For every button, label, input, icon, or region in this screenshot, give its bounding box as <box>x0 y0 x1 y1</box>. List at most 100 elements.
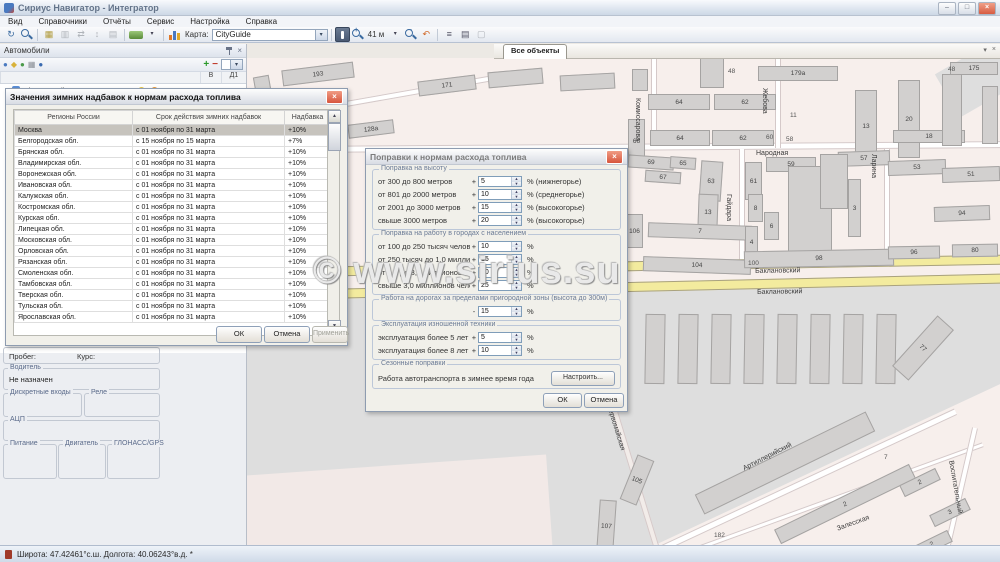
camera-icon[interactable]: ▦ <box>28 59 36 71</box>
col-period[interactable]: Срок действия зимних надбавок <box>133 111 285 125</box>
scale-dropdown-icon[interactable]: ▾ <box>388 28 402 41</box>
spin-down-icon[interactable]: ▼ <box>512 312 521 317</box>
tab-scroll-icon[interactable]: ▾ <box>983 46 987 54</box>
correction-row: от 801 до 2000 метров+10▲▼% (среднегорье… <box>378 188 615 201</box>
spin-down-icon[interactable]: ▼ <box>512 351 521 356</box>
table-row[interactable]: Брянская обл.с 01 ноября по 31 марта+10% <box>15 147 331 158</box>
spin-down-icon[interactable]: ▼ <box>512 208 521 213</box>
table-row[interactable]: Курская обл.с 01 ноября по 31 марта+10% <box>15 213 331 224</box>
building: 8 <box>748 194 763 222</box>
zoom-in-icon[interactable]: + <box>351 28 364 41</box>
tab-all-objects[interactable]: Все объекты <box>503 44 567 59</box>
table-row[interactable]: Москвас 01 ноября по 31 марта+10% <box>15 125 331 136</box>
correction-spinner[interactable]: 5▲▼ <box>478 332 522 343</box>
column-b[interactable]: В <box>200 72 221 83</box>
menu-view[interactable]: Вид <box>0 17 30 26</box>
winter-ok-button[interactable]: ОК <box>216 326 262 343</box>
correction-row: свыше 3000 метров+20▲▼% (высокогорье) <box>378 214 615 227</box>
col-surcharge[interactable]: Надбавка <box>285 111 331 125</box>
column-d1[interactable]: Д1 <box>221 72 246 83</box>
season-configure-button[interactable]: Настроить... <box>551 371 615 386</box>
correction-spinner[interactable]: 5▲▼ <box>478 176 522 187</box>
menu-settings[interactable]: Настройка <box>182 17 237 26</box>
correction-spinner[interactable]: 10▲▼ <box>478 189 522 200</box>
corrections-dialog-close-icon[interactable]: × <box>606 150 623 164</box>
vehicles-panel-header[interactable]: Автомобили × <box>0 44 246 58</box>
tab-close-icon[interactable]: × <box>992 46 996 54</box>
correction-spinner[interactable]: 15▲▼ <box>478 202 522 213</box>
track-pin-button[interactable] <box>335 27 350 42</box>
map-scale-value[interactable]: 41 м <box>368 30 385 39</box>
table-row[interactable]: Рязанская обл.с 01 ноября по 31 марта+10… <box>15 257 331 268</box>
course-label: Курс: <box>77 352 95 361</box>
menu-reports[interactable]: Отчёты <box>95 17 139 26</box>
scroll-thumb[interactable] <box>328 123 341 151</box>
scroll-up-icon[interactable]: ▲ <box>328 110 341 123</box>
menu-directories[interactable]: Справочники <box>30 17 94 26</box>
winter-dialog-titlebar[interactable]: Значения зимних надбавок к нормам расход… <box>6 89 347 105</box>
spin-down-icon[interactable]: ▼ <box>512 182 521 187</box>
corrections-dialog-titlebar[interactable]: Поправки к нормам расхода топлива × <box>366 149 627 165</box>
relay-group: Реле <box>84 393 160 417</box>
table-row[interactable]: Орловская обл.с 01 ноября по 31 марта+10… <box>15 246 331 257</box>
table-row[interactable]: Московская обл.с 01 ноября по 31 марта+1… <box>15 235 331 246</box>
refresh-icon[interactable]: ↻ <box>4 28 18 41</box>
winter-dialog-title: Значения зимних надбавок к нормам расход… <box>10 92 241 102</box>
spin-down-icon[interactable]: ▼ <box>512 195 521 200</box>
winter-cancel-button[interactable]: Отмена <box>264 326 310 343</box>
table-row[interactable]: Липецкая обл.с 01 ноября по 31 марта+10% <box>15 224 331 235</box>
correction-spinner[interactable]: 20▲▼ <box>478 215 522 226</box>
corrections-cancel-button[interactable]: Отмена <box>584 393 624 408</box>
menu-service[interactable]: Сервис <box>139 17 182 26</box>
table-scrollbar[interactable]: ▲ ▼ <box>327 109 340 334</box>
globe-icon[interactable]: ● <box>20 59 25 71</box>
minimize-button[interactable]: – <box>938 2 956 15</box>
table-row[interactable]: Тамбовская обл.с 01 ноября по 31 марта+1… <box>15 279 331 290</box>
correction-row: от 300 до 800 метров+5▲▼% (нижнегорье) <box>378 175 615 188</box>
menu-help[interactable]: Справка <box>238 17 285 26</box>
close-button[interactable]: × <box>978 2 996 15</box>
title-bar[interactable]: Сириус Навигатор - Интегратор – □ × <box>0 0 1000 16</box>
map-select-combo[interactable]: CityGuide ▾ <box>212 29 328 41</box>
table-row[interactable]: Тульская обл.с 01 ноября по 31 марта+10% <box>15 301 331 312</box>
table-row[interactable]: Ивановская обл.с 01 ноября по 31 марта+1… <box>15 180 331 191</box>
table-row[interactable]: Воронежская обл.с 01 ноября по 31 марта+… <box>15 169 331 180</box>
correction-spinner[interactable]: 15▲▼ <box>478 306 522 317</box>
table-row[interactable]: Ярославская обл.с 01 ноября по 31 марта+… <box>15 312 331 323</box>
spin-down-icon[interactable]: ▼ <box>512 221 521 226</box>
building: 96 <box>888 246 940 260</box>
table-row[interactable]: Смоленская обл.с 01 ноября по 31 марта+1… <box>15 268 331 279</box>
table-row[interactable]: Тверская обл.с 01 ноября по 31 марта+10% <box>15 290 331 301</box>
building-number: 60 <box>766 134 773 141</box>
table-row[interactable]: Костромская обл.с 01 ноября по 31 марта+… <box>15 202 331 213</box>
panel-close-icon[interactable]: × <box>237 46 242 55</box>
edit-icon[interactable]: ◆ <box>11 59 17 71</box>
autohide-pin-icon[interactable] <box>226 46 233 55</box>
vehicle-dropdown-icon[interactable]: ▾ <box>145 28 159 41</box>
table-row[interactable]: Калужская обл.с 01 ноября по 31 марта+10… <box>15 191 331 202</box>
grid-edit-icon[interactable]: ▦ <box>42 28 56 41</box>
table-row[interactable]: Владимирская обл.с 01 ноября по 31 марта… <box>15 158 331 169</box>
spin-down-icon[interactable]: ▼ <box>512 338 521 343</box>
add-vehicle-icon[interactable]: + <box>203 59 209 70</box>
combo-dropdown-icon[interactable]: ▾ <box>315 30 327 40</box>
col-regions[interactable]: Регионы России <box>15 111 133 125</box>
restore-button[interactable]: □ <box>958 2 976 15</box>
vehicle-search-icon[interactable]: ● <box>3 59 8 71</box>
zoom-out-icon[interactable]: − <box>404 28 417 41</box>
map-select-label: Карта: <box>185 30 209 39</box>
edit-list-icon[interactable]: ▤ <box>458 28 472 41</box>
back-arrow-icon[interactable]: ↶ <box>419 28 433 41</box>
winter-dialog-close-icon[interactable]: × <box>326 90 343 104</box>
discrete-inputs-label: Дискретные входы <box>8 389 73 396</box>
chart-icon[interactable] <box>169 29 180 40</box>
world-icon[interactable]: ● <box>38 59 43 71</box>
view-combo[interactable]: ▾ <box>221 59 243 70</box>
vehicle-icon[interactable] <box>129 31 143 39</box>
corrections-ok-button[interactable]: ОК <box>543 393 582 408</box>
list-icon[interactable]: ≡ <box>442 28 456 41</box>
correction-spinner[interactable]: 10▲▼ <box>478 345 522 356</box>
search-icon[interactable] <box>20 28 33 41</box>
remove-vehicle-icon[interactable]: − <box>212 59 218 70</box>
table-row[interactable]: Белгородская обл.с 15 ноября по 15 марта… <box>15 136 331 147</box>
